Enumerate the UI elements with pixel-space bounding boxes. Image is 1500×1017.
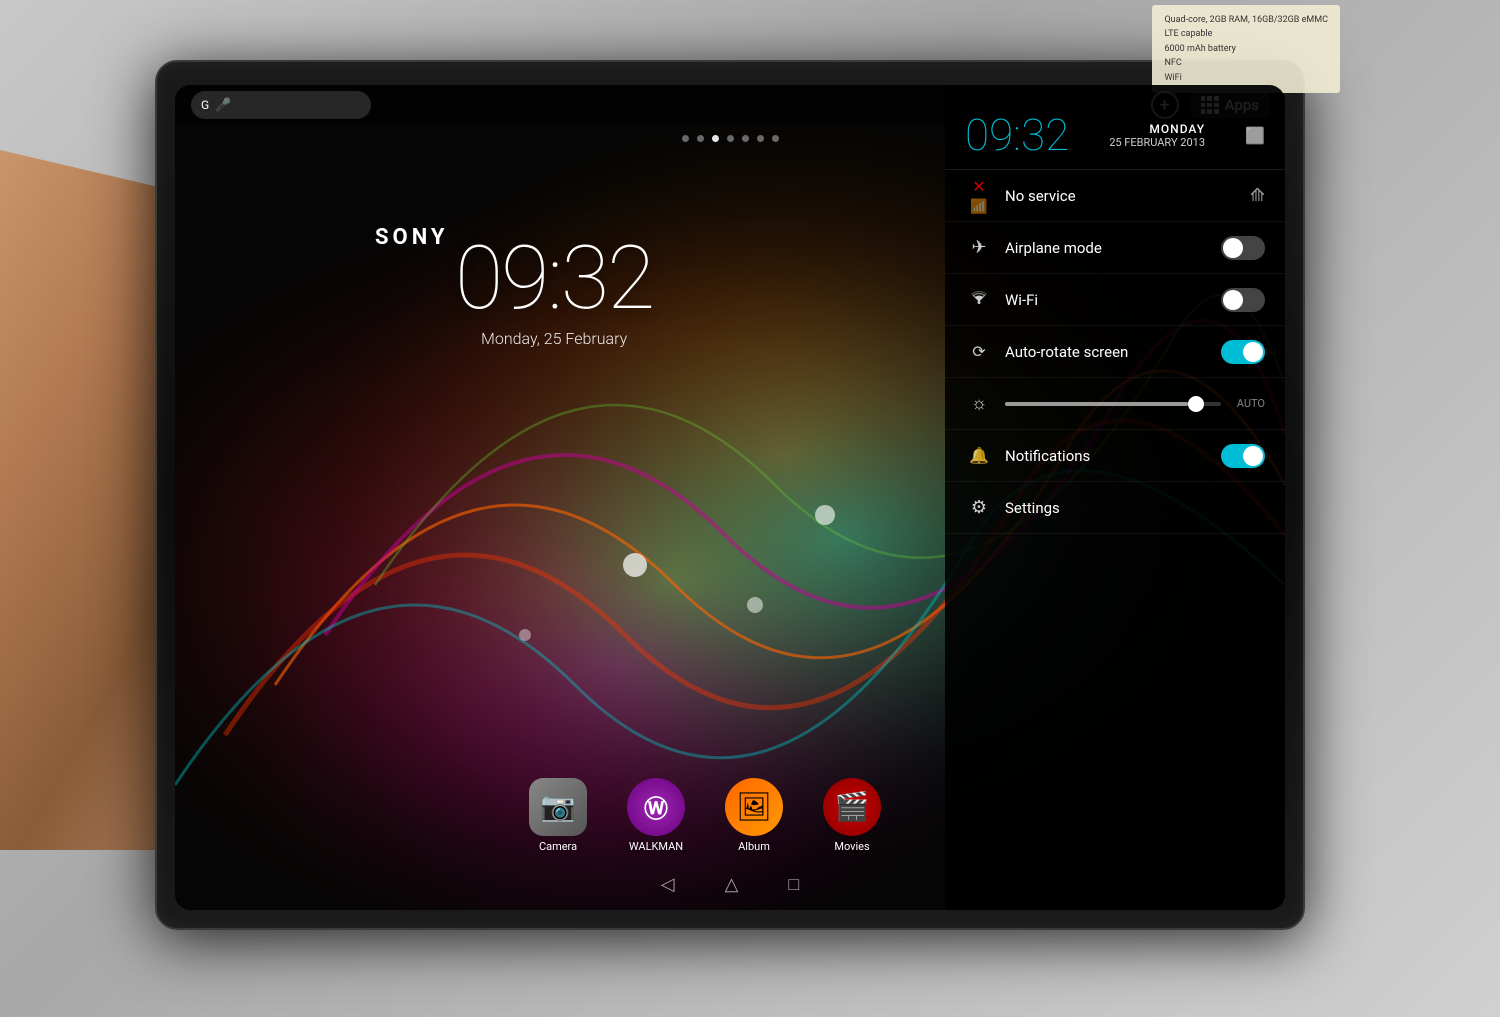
album-icon: 🖼 <box>725 778 783 836</box>
brightness-slider[interactable] <box>1005 402 1221 406</box>
info-card: Quad-core, 2GB RAM, 16GB/32GB eMMC LTE c… <box>1152 5 1340 93</box>
page-dot-7 <box>772 135 779 142</box>
clock-date: Monday, 25 February <box>455 329 653 348</box>
back-button[interactable]: ◁ <box>661 874 675 895</box>
quick-settings-panel: 09:32 MONDAY 25 FEBRUARY 2013 ⬜ ✕ 📶 No s… <box>945 85 1285 910</box>
search-bar-area: G 🎤 <box>191 91 371 119</box>
camera-icon: 📷 <box>529 778 587 836</box>
app-dock: 📷 Camera Ⓦ WALKMAN 🖼 Album 🎬 Movies <box>475 770 935 860</box>
brightness-icon: ☼ <box>965 393 993 414</box>
airplane-icon: ✈ <box>965 237 993 258</box>
wifi-toggle-thumb <box>1223 290 1243 310</box>
settings-row[interactable]: ⚙ Settings <box>945 482 1285 534</box>
notifications-toggle-thumb <box>1243 446 1263 466</box>
brightness-label: AUTO <box>1237 397 1265 410</box>
autorotate-icon: ⟳ <box>965 342 993 361</box>
page-dot-1 <box>682 135 689 142</box>
google-search-bar[interactable]: G 🎤 <box>191 91 371 119</box>
album-app[interactable]: 🖼 Album <box>725 778 783 853</box>
wifi-label: Wi-Fi <box>1005 291 1209 309</box>
settings-label: Settings <box>1005 499 1265 517</box>
signal-icon: ✕ 📶 <box>965 177 993 215</box>
signal-row: ✕ 📶 No service ⟰ <box>945 170 1285 222</box>
airplane-mode-row[interactable]: ✈ Airplane mode <box>945 222 1285 274</box>
notifications-icon: 🔔 <box>965 446 993 465</box>
notifications-label: Notifications <box>1005 447 1209 465</box>
walkman-label: WALKMAN <box>629 840 683 853</box>
autorotate-label: Auto-rotate screen <box>1005 343 1209 361</box>
autorotate-toggle-thumb <box>1243 342 1263 362</box>
wifi-icon <box>965 289 993 310</box>
page-dot-3 <box>712 135 719 142</box>
notifications-toggle[interactable] <box>1221 444 1265 468</box>
page-dot-2 <box>697 135 704 142</box>
wifi-row[interactable]: Wi-Fi <box>945 274 1285 326</box>
autorotate-row[interactable]: ⟳ Auto-rotate screen <box>945 326 1285 378</box>
clock-time: 09:32 <box>455 235 653 323</box>
camera-app[interactable]: 📷 Camera <box>529 778 587 853</box>
movies-app[interactable]: 🎬 Movies <box>823 778 881 853</box>
tablet-bezel: G 🎤 + <box>175 85 1285 910</box>
panel-time-area: 09:32 MONDAY 25 FEBRUARY 2013 ⬜ <box>945 97 1285 170</box>
movies-label: Movies <box>834 840 869 853</box>
airplane-toggle[interactable] <box>1221 236 1265 260</box>
album-label: Album <box>738 840 770 853</box>
android-screen: G 🎤 + <box>175 85 1285 910</box>
panel-clock: 09:32 <box>965 113 1069 157</box>
walkman-icon: Ⓦ <box>627 778 685 836</box>
brightness-fill <box>1005 402 1188 406</box>
recents-button[interactable]: □ <box>788 874 799 895</box>
page-dot-6 <box>757 135 764 142</box>
panel-screen-icon: ⬜ <box>1245 126 1265 145</box>
airplane-label: Airplane mode <box>1005 239 1209 257</box>
panel-icons: ⬜ <box>1245 126 1265 145</box>
wifi-toggle[interactable] <box>1221 288 1265 312</box>
airplane-toggle-thumb <box>1223 238 1243 258</box>
brightness-thumb <box>1188 396 1204 412</box>
movies-icon: 🎬 <box>823 778 881 836</box>
settings-icon: ⚙ <box>965 497 993 518</box>
camera-label: Camera <box>539 840 577 853</box>
mic-icon: 🎤 <box>215 98 231 113</box>
clock-widget: 09:32 Monday, 25 February <box>455 235 653 348</box>
sony-brand: SONY <box>375 225 449 250</box>
panel-full-date: 25 FEBRUARY 2013 <box>1109 136 1205 149</box>
panel-date-info: MONDAY 25 FEBRUARY 2013 <box>1109 122 1205 149</box>
page-dot-5 <box>742 135 749 142</box>
no-service-label: No service <box>1005 187 1238 205</box>
screen-rotate-icon: ⟰ <box>1250 185 1265 206</box>
home-button[interactable]: △ <box>725 874 739 895</box>
notifications-row[interactable]: 🔔 Notifications <box>945 430 1285 482</box>
walkman-app[interactable]: Ⓦ WALKMAN <box>627 778 685 853</box>
page-dot-4 <box>727 135 734 142</box>
panel-day: MONDAY <box>1109 122 1205 136</box>
brightness-row[interactable]: ☼ AUTO <box>945 378 1285 430</box>
google-icon: G <box>201 98 209 112</box>
autorotate-toggle[interactable] <box>1221 340 1265 364</box>
